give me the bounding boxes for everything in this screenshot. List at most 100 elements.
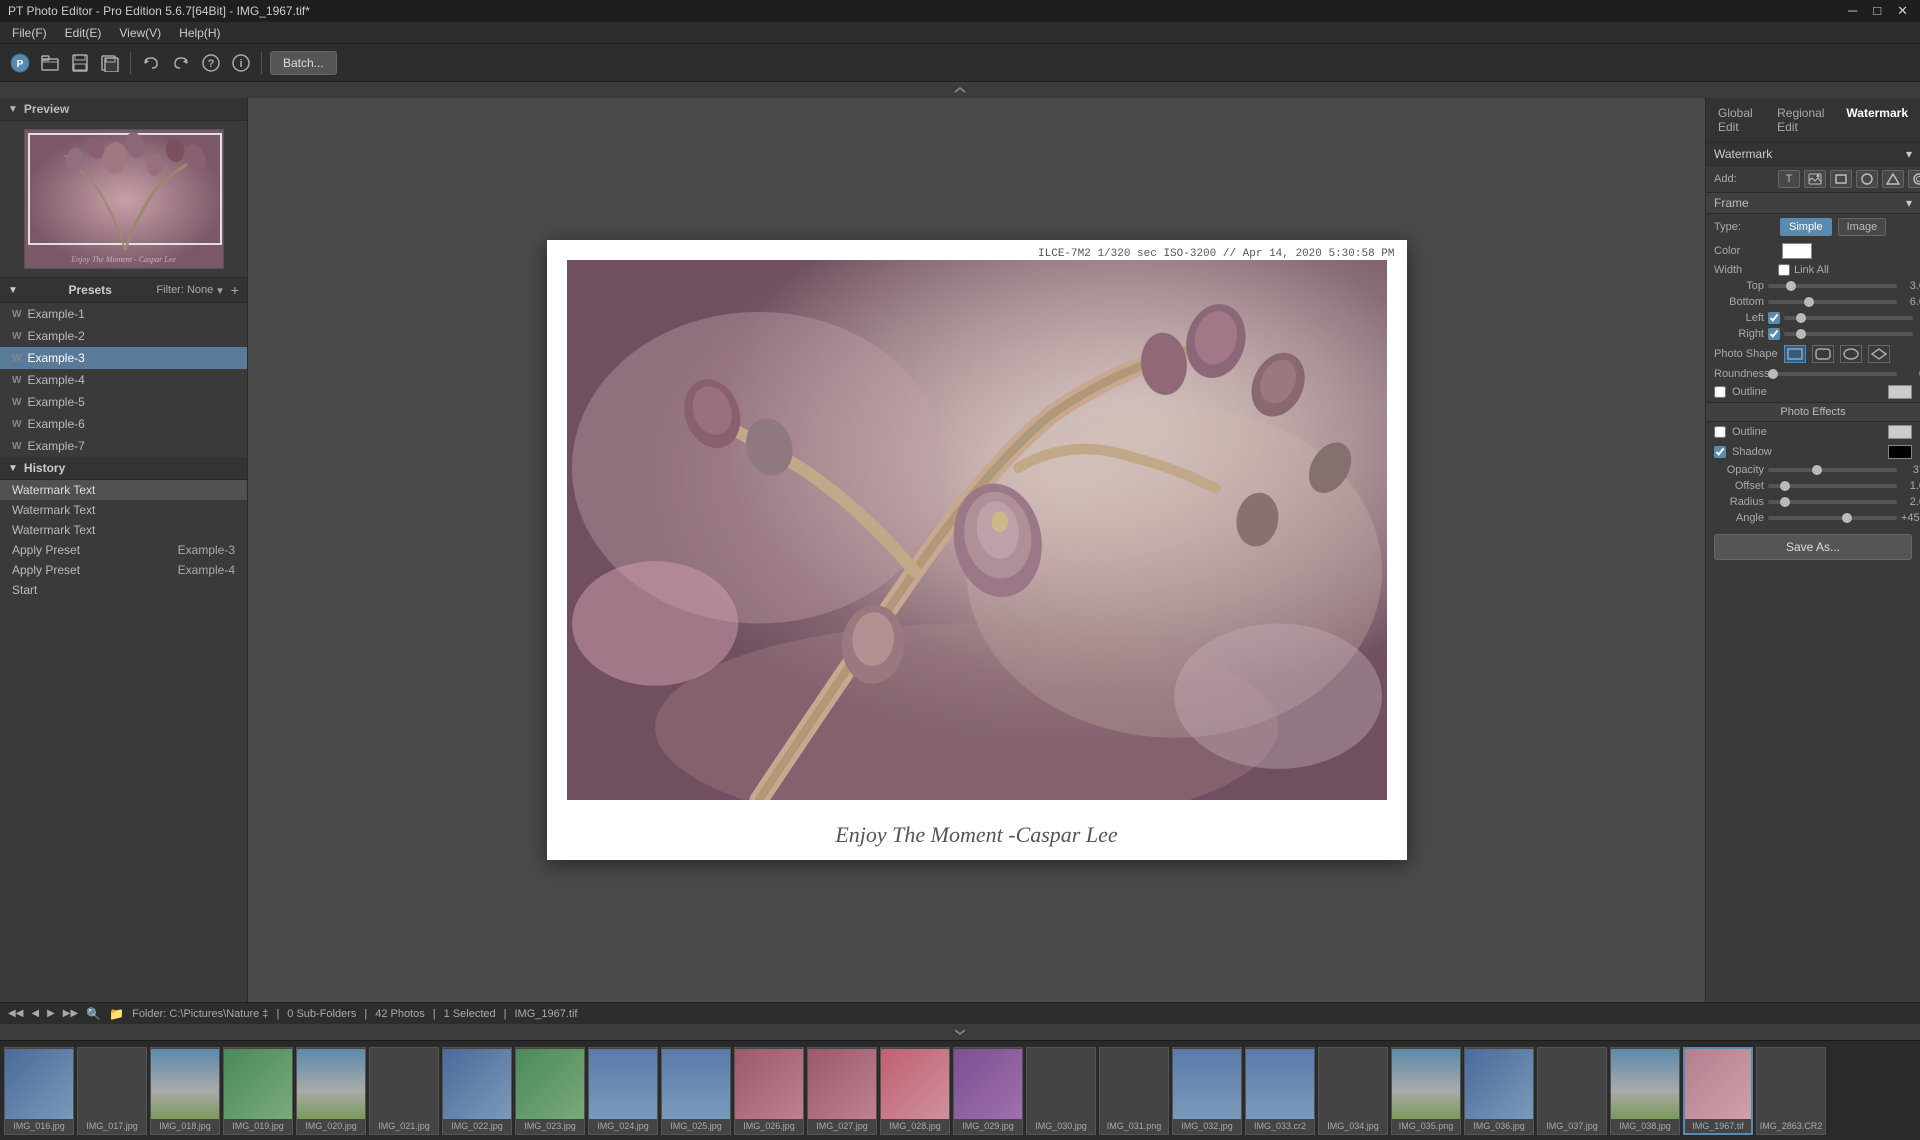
history-item[interactable]: Apply Preset Example-3 <box>0 540 247 560</box>
filmstrip-thumb[interactable]: IMG_026.jpg <box>734 1047 804 1135</box>
opacity-slider[interactable] <box>1768 468 1897 472</box>
add-rectangle-icon[interactable] <box>1830 170 1852 188</box>
open-file-icon[interactable] <box>38 51 62 75</box>
tab-regional-edit[interactable]: Regional Edit <box>1773 104 1838 136</box>
frame-dropdown-icon[interactable]: ▾ <box>1906 196 1912 210</box>
menu-view[interactable]: View(V) <box>111 24 169 42</box>
filmstrip-thumb[interactable]: IMG_036.jpg <box>1464 1047 1534 1135</box>
add-image-icon[interactable] <box>1804 170 1826 188</box>
filmstrip-thumb-selected[interactable]: IMG_1967.tif <box>1683 1047 1753 1135</box>
type-image-button[interactable]: Image <box>1838 218 1887 236</box>
shape-rounded-rect-icon[interactable] <box>1812 345 1834 363</box>
nav-forward-icon[interactable]: ▶▶ <box>63 1008 78 1019</box>
color-swatch[interactable] <box>1782 243 1812 259</box>
preset-item-selected[interactable]: WExample-3 <box>0 347 247 369</box>
history-item[interactable]: Watermark Text <box>0 520 247 540</box>
maximize-button[interactable]: □ <box>1869 3 1885 19</box>
history-item[interactable]: Watermark Text <box>0 500 247 520</box>
filmstrip-thumb[interactable]: IMG_022.jpg <box>442 1047 512 1135</box>
filmstrip-thumb[interactable]: IMG_029.jpg <box>953 1047 1023 1135</box>
presets-filter[interactable]: Filter: None ▾ + <box>156 282 239 298</box>
save-as-button[interactable]: Save As... <box>1714 534 1912 560</box>
angle-slider[interactable] <box>1768 516 1897 520</box>
filmstrip-thumb[interactable]: IMG_018.jpg <box>150 1047 220 1135</box>
filmstrip-thumb[interactable]: IMG_025.jpg <box>661 1047 731 1135</box>
right-checkbox[interactable] <box>1768 328 1780 340</box>
filmstrip-thumb[interactable]: IMG_024.jpg <box>588 1047 658 1135</box>
add-circle-icon[interactable] <box>1856 170 1878 188</box>
history-item[interactable]: Start <box>0 580 247 600</box>
add-preset-icon[interactable]: + <box>231 282 239 298</box>
left-checkbox[interactable] <box>1768 312 1780 324</box>
minimize-button[interactable]: ─ <box>1844 3 1861 19</box>
nav-prev-icon[interactable]: ◀ <box>31 1008 39 1019</box>
filmstrip-thumb[interactable]: IMG_035.png <box>1391 1047 1461 1135</box>
filmstrip-thumb[interactable]: IMG_017.jpg <box>77 1047 147 1135</box>
filmstrip-thumb[interactable]: IMG_027.jpg <box>807 1047 877 1135</box>
add-text-icon[interactable]: T <box>1778 170 1800 188</box>
outline2-color-swatch[interactable] <box>1888 425 1912 439</box>
filmstrip-thumb[interactable]: IMG_038.jpg <box>1610 1047 1680 1135</box>
filmstrip-thumb[interactable]: IMG_2863.CR2 <box>1756 1047 1826 1135</box>
link-all-checkbox[interactable] <box>1778 264 1790 276</box>
filmstrip-thumb[interactable]: IMG_033.cr2 <box>1245 1047 1315 1135</box>
menu-help[interactable]: Help(H) <box>171 24 228 42</box>
help-icon[interactable]: ? <box>199 51 223 75</box>
filmstrip-thumb[interactable]: IMG_020.jpg <box>296 1047 366 1135</box>
undo-icon[interactable] <box>139 51 163 75</box>
shadow-color-swatch[interactable] <box>1888 445 1912 459</box>
preset-item[interactable]: WExample-6 <box>0 413 247 435</box>
tab-global-edit[interactable]: Global Edit <box>1714 104 1769 136</box>
filmstrip-thumb[interactable]: IMG_034.jpg <box>1318 1047 1388 1135</box>
preset-item[interactable]: WExample-2 <box>0 325 247 347</box>
left-slider[interactable] <box>1784 316 1913 320</box>
history-item[interactable]: Watermark Text <box>0 480 247 500</box>
filmstrip-thumb[interactable]: IMG_031.png <box>1099 1047 1169 1135</box>
type-simple-button[interactable]: Simple <box>1780 218 1832 236</box>
filmstrip-thumb[interactable]: IMG_023.jpg <box>515 1047 585 1135</box>
tab-watermark[interactable]: Watermark <box>1842 104 1912 136</box>
search-icon[interactable]: 🔍 <box>86 1007 101 1021</box>
filmstrip-thumb[interactable]: IMG_030.jpg <box>1026 1047 1096 1135</box>
preset-item[interactable]: WExample-1 <box>0 303 247 325</box>
shape-circle-icon[interactable] <box>1840 345 1862 363</box>
batch-button[interactable]: Batch... <box>270 51 337 75</box>
outline-checkbox[interactable] <box>1714 386 1726 398</box>
filmstrip-thumb[interactable]: IMG_021.jpg <box>369 1047 439 1135</box>
menu-file[interactable]: File(F) <box>4 24 55 42</box>
save-all-icon[interactable] <box>98 51 122 75</box>
top-slider[interactable] <box>1768 284 1897 288</box>
bottom-collapse-arrow[interactable] <box>0 1024 1920 1040</box>
nav-next-icon[interactable]: ▶ <box>47 1008 55 1019</box>
filmstrip-thumb[interactable]: IMG_019.jpg <box>223 1047 293 1135</box>
add-star-icon[interactable] <box>1908 170 1920 188</box>
radius-slider[interactable] <box>1768 500 1897 504</box>
redo-icon[interactable] <box>169 51 193 75</box>
preset-item[interactable]: WExample-4 <box>0 369 247 391</box>
nav-back-icon[interactable]: ◀◀ <box>8 1008 23 1019</box>
top-collapse-arrow[interactable] <box>0 82 1920 98</box>
outline2-checkbox[interactable] <box>1714 426 1726 438</box>
menu-edit[interactable]: Edit(E) <box>57 24 110 42</box>
shadow-checkbox[interactable] <box>1714 446 1726 458</box>
filmstrip-thumb[interactable]: IMG_016.jpg <box>4 1047 74 1135</box>
shape-diamond-icon[interactable] <box>1868 345 1890 363</box>
right-slider[interactable] <box>1784 332 1913 336</box>
roundness-slider[interactable] <box>1768 372 1897 376</box>
frame-section-header[interactable]: Frame ▾ <box>1706 192 1920 214</box>
preview-section-header[interactable]: ▼ Preview <box>0 98 247 121</box>
save-icon[interactable] <box>68 51 92 75</box>
filmstrip-thumb[interactable]: IMG_037.jpg <box>1537 1047 1607 1135</box>
history-item[interactable]: Apply Preset Example-4 <box>0 560 247 580</box>
close-button[interactable]: ✕ <box>1893 3 1912 19</box>
outline-color-swatch[interactable] <box>1888 385 1912 399</box>
filmstrip-thumb[interactable]: IMG_028.jpg <box>880 1047 950 1135</box>
presets-header[interactable]: ▼ Presets Filter: None ▾ + <box>0 278 247 303</box>
filter-dropdown-icon[interactable]: ▾ <box>217 284 223 297</box>
preset-item[interactable]: WExample-7 <box>0 435 247 457</box>
info-icon[interactable]: i <box>229 51 253 75</box>
history-header[interactable]: ▼ History <box>0 457 247 480</box>
watermark-dropdown-icon[interactable]: ▾ <box>1906 147 1912 161</box>
bottom-slider[interactable] <box>1768 300 1897 304</box>
add-triangle-icon[interactable] <box>1882 170 1904 188</box>
